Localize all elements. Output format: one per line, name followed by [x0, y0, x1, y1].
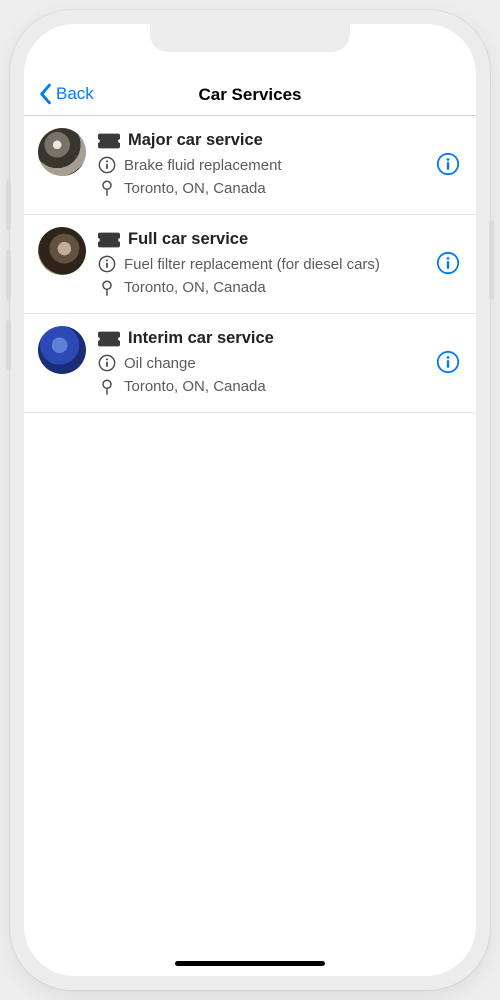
notch — [150, 24, 350, 52]
page-title: Car Services — [198, 85, 301, 105]
back-button[interactable]: Back — [38, 83, 94, 105]
ticket-icon — [98, 133, 120, 149]
service-content: Major car service Brake fluid replacemen… — [98, 128, 422, 200]
phone-frame: Back Car Services Major car service — [10, 10, 490, 990]
service-row[interactable]: Interim car service Oil change — [24, 314, 476, 413]
service-location: Toronto, ON, Canada — [124, 276, 266, 299]
service-row[interactable]: Major car service Brake fluid replacemen… — [24, 116, 476, 215]
service-location: Toronto, ON, Canada — [124, 375, 266, 398]
info-small-icon — [98, 156, 116, 174]
service-row[interactable]: Full car service Fuel filter replacement… — [24, 215, 476, 314]
ticket-icon — [98, 331, 120, 347]
ticket-icon — [98, 232, 120, 248]
avatar — [38, 128, 86, 176]
service-detail: Fuel filter replacement (for diesel cars… — [124, 253, 380, 276]
service-location: Toronto, ON, Canada — [124, 177, 266, 200]
service-detail: Oil change — [124, 352, 196, 375]
info-circle-icon — [436, 152, 460, 176]
info-button[interactable] — [434, 348, 462, 376]
location-pin-icon — [98, 279, 116, 297]
service-title: Full car service — [128, 227, 248, 253]
avatar — [38, 227, 86, 275]
service-content: Interim car service Oil change — [98, 326, 422, 398]
service-title: Interim car service — [128, 326, 274, 352]
info-button[interactable] — [434, 150, 462, 178]
avatar — [38, 326, 86, 374]
info-small-icon — [98, 354, 116, 372]
info-circle-icon — [436, 350, 460, 374]
location-pin-icon — [98, 179, 116, 197]
home-indicator[interactable] — [175, 961, 325, 966]
info-circle-icon — [436, 251, 460, 275]
service-detail: Brake fluid replacement — [124, 154, 282, 177]
services-list: Major car service Brake fluid replacemen… — [24, 116, 476, 976]
chevron-left-icon — [38, 83, 52, 105]
service-title: Major car service — [128, 128, 263, 154]
info-small-icon — [98, 255, 116, 273]
back-label: Back — [56, 84, 94, 104]
service-content: Full car service Fuel filter replacement… — [98, 227, 422, 299]
info-button[interactable] — [434, 249, 462, 277]
screen: Back Car Services Major car service — [24, 24, 476, 976]
location-pin-icon — [98, 378, 116, 396]
